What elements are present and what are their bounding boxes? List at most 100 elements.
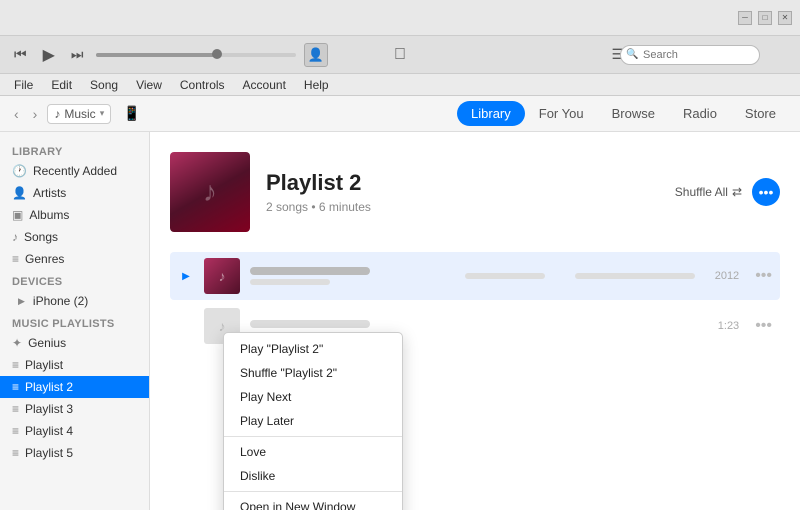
tab-radio[interactable]: Radio bbox=[669, 101, 731, 126]
artists-label: Artists bbox=[33, 186, 66, 200]
playlist5-icon: ≡ bbox=[12, 446, 19, 460]
genres-icon: ≡ bbox=[12, 252, 19, 266]
sidebar-item-songs[interactable]: ♪ Songs bbox=[0, 226, 149, 248]
main-layout: Library 🕐 Recently Added 👤 Artists ▣ Alb… bbox=[0, 132, 800, 510]
recently-added-icon: 🕐 bbox=[12, 164, 27, 178]
playlist-meta: 2 songs • 6 minutes bbox=[266, 200, 371, 214]
sidebar-item-playlist2[interactable]: ≡ Playlist 2 bbox=[0, 376, 149, 398]
sidebar-item-playlist5[interactable]: ≡ Playlist 5 bbox=[0, 442, 149, 464]
tab-library[interactable]: Library bbox=[457, 101, 525, 126]
shuffle-icon: ⇄ bbox=[732, 185, 742, 199]
albums-label: Albums bbox=[29, 208, 69, 222]
rewind-button[interactable]: ⏮ bbox=[10, 44, 31, 65]
recently-added-label: Recently Added bbox=[33, 164, 117, 178]
track-1-meta: 2012 bbox=[465, 270, 739, 282]
tab-store[interactable]: Store bbox=[731, 101, 790, 126]
device-expand-icon: ▶ bbox=[18, 296, 25, 307]
track-2-title-bar bbox=[250, 320, 370, 328]
progress-fill bbox=[96, 53, 216, 57]
menu-song[interactable]: Song bbox=[82, 76, 126, 94]
playlist-header: ♪ Playlist 2 2 songs • 6 minutes Shuffle… bbox=[170, 152, 780, 232]
progress-thumb bbox=[212, 49, 222, 59]
track-1-more-button[interactable]: ••• bbox=[755, 267, 772, 285]
menu-edit[interactable]: Edit bbox=[43, 76, 80, 94]
shuffle-label: Shuffle All bbox=[675, 185, 728, 199]
playlist-art-inner: ♪ bbox=[170, 152, 250, 232]
source-label: Music bbox=[64, 107, 95, 121]
ctx-dislike[interactable]: Dislike bbox=[224, 464, 402, 488]
artists-icon: 👤 bbox=[12, 186, 27, 200]
track-1-artist-bar bbox=[250, 279, 330, 285]
albums-icon: ▣ bbox=[12, 208, 23, 222]
tab-for-you[interactable]: For You bbox=[525, 101, 598, 126]
track-1-extra-bar2 bbox=[575, 273, 695, 279]
tab-browse[interactable]: Browse bbox=[598, 101, 669, 126]
playlist-icon: ≡ bbox=[12, 358, 19, 372]
library-section-title: Library bbox=[0, 140, 149, 160]
playlist2-label: Playlist 2 bbox=[25, 380, 73, 394]
playlist2-icon: ≡ bbox=[12, 380, 19, 394]
ctx-play-next[interactable]: Play Next bbox=[224, 385, 402, 409]
playlist-art: ♪ bbox=[170, 152, 250, 232]
menu-controls[interactable]: Controls bbox=[172, 76, 233, 94]
menu-account[interactable]: Account bbox=[235, 76, 294, 94]
context-menu: Play "Playlist 2" Shuffle "Playlist 2" P… bbox=[223, 332, 403, 510]
sidebar: Library 🕐 Recently Added 👤 Artists ▣ Alb… bbox=[0, 132, 150, 510]
ctx-divider-2 bbox=[224, 491, 402, 492]
ctx-open-new-window[interactable]: Open in New Window bbox=[224, 495, 402, 510]
maximize-button[interactable]: □ bbox=[758, 11, 772, 25]
user-icon[interactable]: 👤 bbox=[304, 43, 328, 67]
forward-button[interactable]: ⏭ bbox=[67, 44, 88, 65]
search-input[interactable] bbox=[620, 45, 760, 65]
menu-help[interactable]: Help bbox=[296, 76, 337, 94]
search-bar: 🔍 bbox=[620, 45, 760, 65]
track-2-info bbox=[250, 320, 708, 332]
menu-bar: File Edit Song View Controls Account Hel… bbox=[0, 74, 800, 96]
menu-view[interactable]: View bbox=[128, 76, 170, 94]
nav-forward-button[interactable]: › bbox=[29, 104, 42, 124]
sidebar-item-playlist3[interactable]: ≡ Playlist 3 bbox=[0, 398, 149, 420]
playlist-title: Playlist 2 bbox=[266, 170, 371, 196]
sidebar-item-genres[interactable]: ≡ Genres bbox=[0, 248, 149, 270]
phone-icon: 📱 bbox=[123, 105, 140, 122]
track-1-year: 2012 bbox=[715, 270, 739, 282]
playlists-section-title: Music Playlists bbox=[0, 312, 149, 332]
playlist5-label: Playlist 5 bbox=[25, 446, 73, 460]
playlist-label: Playlist bbox=[25, 358, 63, 372]
sidebar-item-albums[interactable]: ▣ Albums bbox=[0, 204, 149, 226]
menu-file[interactable]: File bbox=[6, 76, 41, 94]
ctx-shuffle-playlist[interactable]: Shuffle "Playlist 2" bbox=[224, 361, 402, 385]
playlist4-icon: ≡ bbox=[12, 424, 19, 438]
content-area: ♪ Playlist 2 2 songs • 6 minutes Shuffle… bbox=[150, 132, 800, 510]
title-bar: ─ □ ✕ bbox=[0, 0, 800, 36]
close-button[interactable]: ✕ bbox=[778, 11, 792, 25]
minimize-button[interactable]: ─ bbox=[738, 11, 752, 25]
sidebar-item-artists[interactable]: 👤 Artists bbox=[0, 182, 149, 204]
ctx-love[interactable]: Love bbox=[224, 440, 402, 464]
window-controls[interactable]: ─ □ ✕ bbox=[738, 11, 792, 25]
shuffle-all-button[interactable]: Shuffle All ⇄ bbox=[675, 185, 742, 199]
sidebar-item-recently-added[interactable]: 🕐 Recently Added bbox=[0, 160, 149, 182]
source-selector[interactable]: ♪ Music ▾ bbox=[47, 104, 111, 124]
play-button[interactable]: ▶ bbox=[39, 43, 59, 67]
progress-bar[interactable] bbox=[96, 53, 296, 57]
ctx-play-later[interactable]: Play Later bbox=[224, 409, 402, 433]
sidebar-item-playlist4[interactable]: ≡ Playlist 4 bbox=[0, 420, 149, 442]
transport-bar: ⏮ ▶ ⏭ 👤  ☰ 🔍 bbox=[0, 36, 800, 74]
nav-back-button[interactable]: ‹ bbox=[10, 104, 23, 124]
more-options-button[interactable]: ••• bbox=[752, 178, 780, 206]
genius-label: Genius bbox=[28, 336, 66, 350]
sidebar-item-playlist[interactable]: ≡ Playlist bbox=[0, 354, 149, 376]
ctx-play-playlist[interactable]: Play "Playlist 2" bbox=[224, 337, 402, 361]
sidebar-item-iphone[interactable]: ▶ iPhone (2) bbox=[0, 290, 149, 312]
track-row-1[interactable]: ▶ ♪ 2012 ••• bbox=[170, 252, 780, 300]
track-2-duration: 1:23 bbox=[718, 320, 739, 332]
track-1-title-bar bbox=[250, 267, 370, 275]
device-label: iPhone (2) bbox=[33, 294, 88, 308]
songs-label: Songs bbox=[24, 230, 58, 244]
sidebar-item-genius[interactable]: ✦ Genius bbox=[0, 332, 149, 354]
playlist3-label: Playlist 3 bbox=[25, 402, 73, 416]
track-2-more-button[interactable]: ••• bbox=[755, 317, 772, 335]
track-1-info bbox=[250, 267, 455, 285]
nav-tabs: Library For You Browse Radio Store bbox=[457, 101, 790, 126]
